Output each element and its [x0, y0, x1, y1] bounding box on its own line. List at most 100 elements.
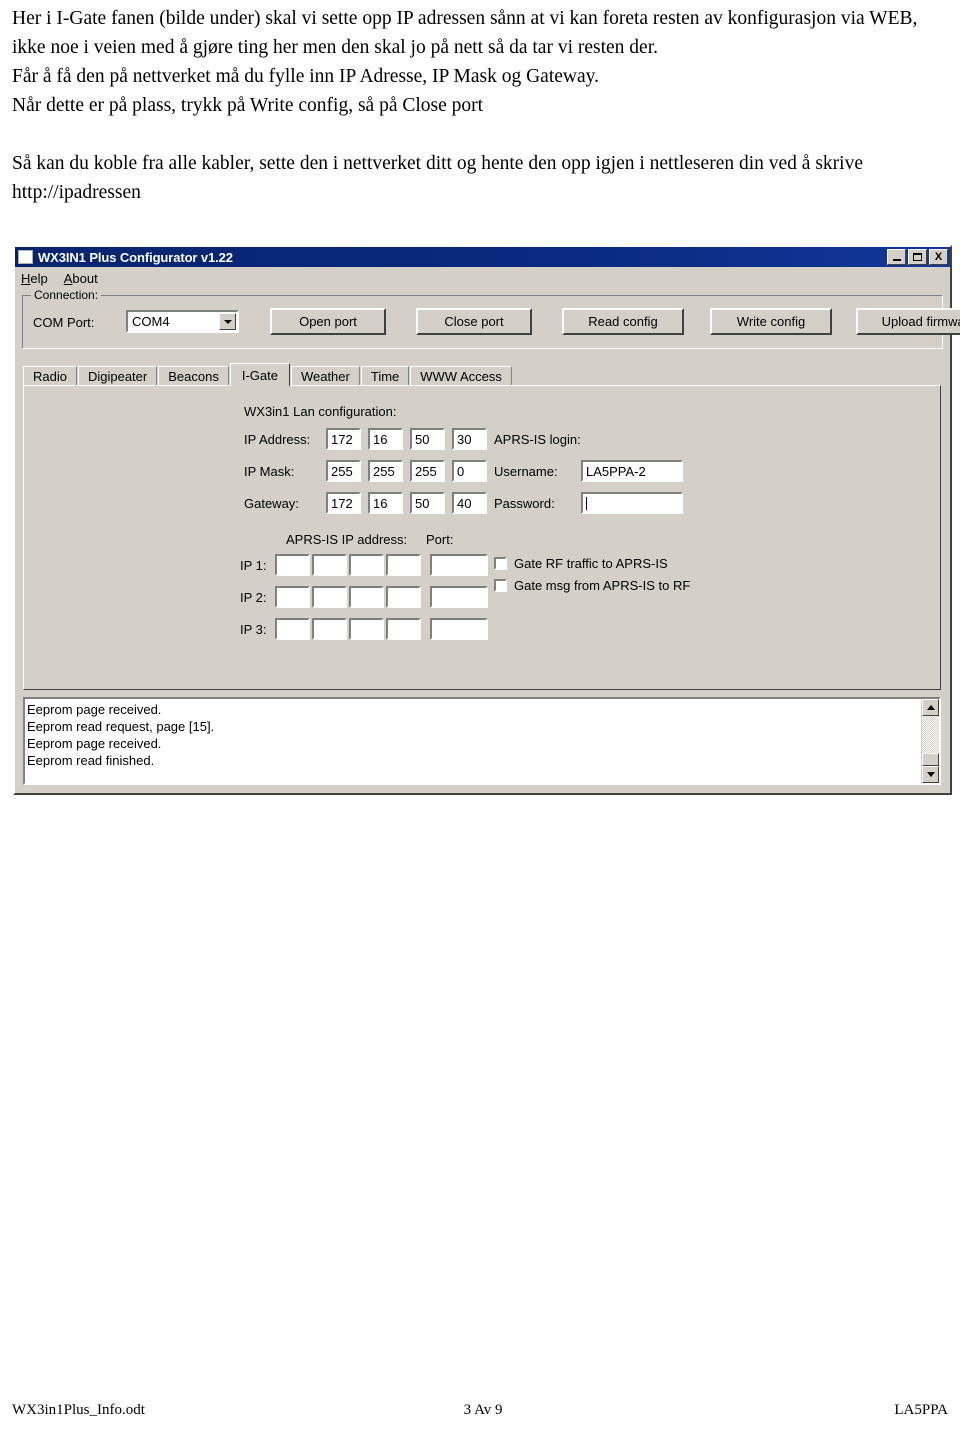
footer-callsign: LA5PPA: [894, 1402, 948, 1418]
maximize-button[interactable]: [908, 249, 927, 265]
checkbox-icon: [494, 557, 507, 570]
scrollbar-thumb[interactable]: [922, 753, 939, 766]
ip1-octet-3[interactable]: [349, 554, 384, 576]
write-config-button[interactable]: Write config: [710, 308, 832, 335]
log-line: Eeprom read request, page [15].: [27, 719, 215, 734]
window-controls: X: [887, 249, 948, 265]
app-icon: [18, 250, 33, 264]
gateway-octet-3[interactable]: 50: [410, 492, 445, 514]
open-port-button[interactable]: Open port: [270, 308, 386, 335]
ip-mask-label: IP Mask:: [244, 464, 295, 479]
username-input[interactable]: LA5PPA-2: [581, 460, 683, 482]
ip-mask-octet-2[interactable]: 255: [368, 460, 403, 482]
connection-legend: Connection:: [31, 288, 102, 302]
menu-item-about[interactable]: About: [64, 271, 98, 286]
wx3in1-configurator-window: WX3IN1 Plus Configurator v1.22 X Help Ab…: [13, 245, 960, 795]
menubar: Help About: [15, 267, 950, 289]
read-config-button[interactable]: Read config: [562, 308, 684, 335]
tabstrip: Radio Digipeater Beacons I-Gate Weather …: [23, 363, 941, 386]
gateway-octet-2[interactable]: 16: [368, 492, 403, 514]
gateway-label: Gateway:: [244, 496, 299, 511]
ip3-octet-1[interactable]: [275, 618, 310, 640]
ip2-port[interactable]: [430, 586, 488, 608]
connection-groupbox: Connection: COM Port: COM4 Open port Clo…: [22, 288, 960, 349]
ip-mask-octet-4[interactable]: 0: [452, 460, 487, 482]
scroll-up-button[interactable]: [922, 699, 939, 716]
scrollbar-track[interactable]: [922, 716, 939, 766]
ip2-octet-1[interactable]: [275, 586, 310, 608]
paragraph-3: Når dette er på plass, trykk på Write co…: [12, 95, 484, 116]
ip1-octet-4[interactable]: [386, 554, 421, 576]
ip1-octet-2[interactable]: [312, 554, 347, 576]
ip-address-octet-1[interactable]: 172: [326, 428, 361, 450]
port-title: Port:: [426, 532, 454, 547]
ip3-octet-4[interactable]: [386, 618, 421, 640]
ip-address-label: IP Address:: [244, 432, 311, 447]
upload-firmware-button[interactable]: Upload firmware: [856, 308, 960, 335]
ip2-octet-4[interactable]: [386, 586, 421, 608]
paragraph-2: Får å få den på nettverket må du fylle i…: [12, 66, 599, 87]
page-footer: WX3in1Plus_Info.odt 3 Av 9 LA5PPA: [12, 1402, 948, 1419]
tab-digipeater[interactable]: Digipeater: [77, 366, 158, 386]
ip2-octet-2[interactable]: [312, 586, 347, 608]
ip-address-octet-2[interactable]: 16: [368, 428, 403, 450]
footer-page-number: 3 Av 9: [463, 1402, 503, 1418]
log-scrollbar[interactable]: [921, 699, 939, 783]
password-input[interactable]: [581, 492, 683, 514]
lan-configuration-title: WX3in1 Lan configuration:: [244, 404, 397, 419]
ip2-octet-3[interactable]: [349, 586, 384, 608]
igate-panel: WX3in1 Lan configuration: IP Address: 17…: [23, 385, 941, 690]
tab-radio[interactable]: Radio: [23, 366, 77, 386]
ip-address-octet-3[interactable]: 50: [410, 428, 445, 450]
close-icon: X: [934, 250, 943, 263]
tab-weather[interactable]: Weather: [290, 366, 360, 386]
gateway-octet-1[interactable]: 172: [326, 492, 361, 514]
com-port-value: COM4: [132, 314, 170, 329]
aprsis-login-title: APRS-IS login:: [494, 432, 581, 447]
minimize-icon: [892, 259, 901, 261]
ip3-octet-3[interactable]: [349, 618, 384, 640]
close-port-button[interactable]: Close port: [416, 308, 532, 335]
ip-mask-octet-3[interactable]: 255: [410, 460, 445, 482]
aprsis-ip-title: APRS-IS IP address:: [286, 532, 408, 547]
ip1-label: IP 1:: [240, 558, 267, 573]
gate-rf-to-aprsis-label: Gate RF traffic to APRS-IS: [514, 556, 668, 571]
gateway-octet-4[interactable]: 40: [452, 492, 487, 514]
menu-item-help[interactable]: Help: [21, 271, 48, 286]
menu-item-about-label: bout: [72, 270, 98, 286]
text-caret: [586, 496, 587, 510]
tab-igate[interactable]: I-Gate: [229, 363, 290, 386]
ip-address-octet-4[interactable]: 30: [452, 428, 487, 450]
chevron-down-icon[interactable]: [219, 313, 236, 330]
log-line: Eeprom page received.: [27, 736, 162, 751]
close-button[interactable]: X: [929, 249, 948, 265]
triangle-down-icon: [926, 772, 935, 777]
password-label: Password:: [494, 496, 555, 511]
com-port-select[interactable]: COM4: [126, 310, 239, 333]
document-body: Her i I-Gate fanen (bilde under) skal vi…: [12, 4, 948, 207]
triangle-up-icon: [926, 705, 935, 710]
checkbox-icon: [494, 579, 507, 592]
scroll-down-button[interactable]: [922, 766, 939, 783]
gate-rf-to-aprsis-checkbox[interactable]: Gate RF traffic to APRS-IS: [494, 556, 668, 571]
minimize-button[interactable]: [887, 249, 906, 265]
ip1-octet-1[interactable]: [275, 554, 310, 576]
tab-www-access[interactable]: WWW Access: [410, 366, 512, 386]
ip3-port[interactable]: [430, 618, 488, 640]
tab-beacons[interactable]: Beacons: [158, 366, 229, 386]
paragraph-4: Så kan du koble fra alle kabler, sette d…: [12, 153, 863, 203]
maximize-icon: [913, 253, 922, 261]
username-label: Username:: [494, 464, 558, 479]
ip-mask-octet-1[interactable]: 255: [326, 460, 361, 482]
tab-time[interactable]: Time: [360, 366, 410, 386]
gate-msg-aprsis-to-rf-checkbox[interactable]: Gate msg from APRS-IS to RF: [494, 578, 690, 593]
ip1-port[interactable]: [430, 554, 488, 576]
log-output[interactable]: Eeprom page received. Eeprom read reques…: [23, 697, 941, 785]
ip3-octet-2[interactable]: [312, 618, 347, 640]
ip2-label: IP 2:: [240, 590, 267, 605]
log-lines: Eeprom page received. Eeprom read reques…: [25, 699, 921, 783]
log-line: Eeprom read finished.: [27, 753, 155, 768]
com-port-label: COM Port:: [33, 315, 95, 330]
gate-msg-aprsis-to-rf-label: Gate msg from APRS-IS to RF: [514, 578, 691, 593]
